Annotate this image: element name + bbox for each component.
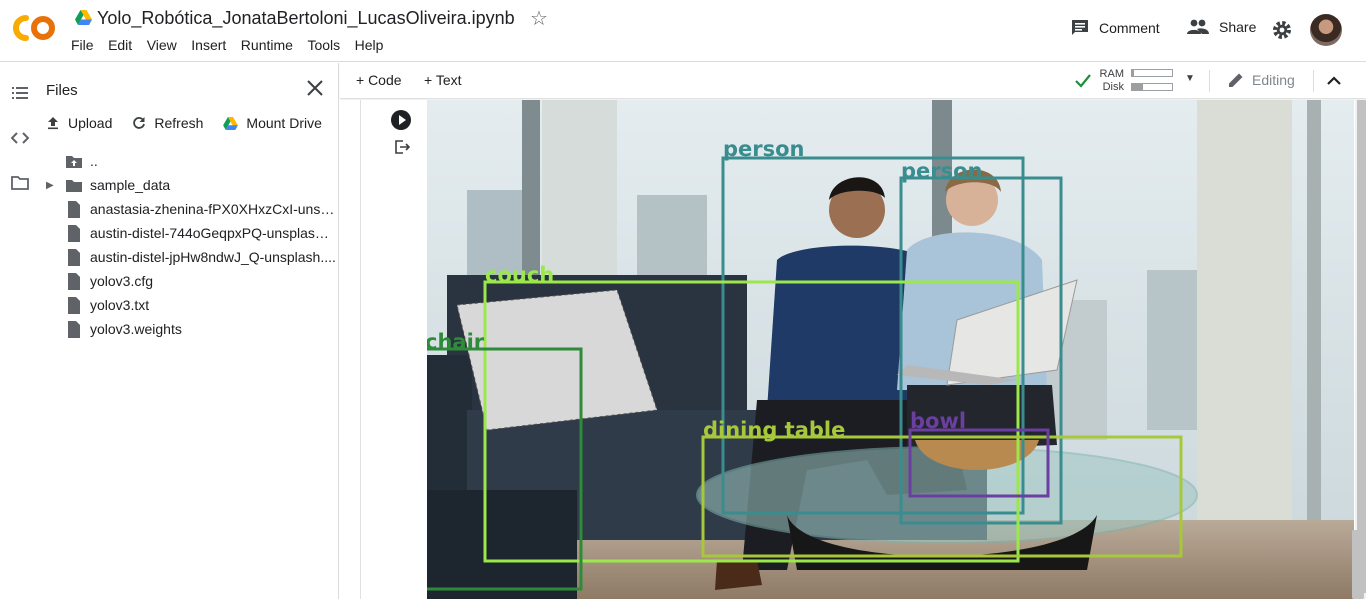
tree-row-folder[interactable]: ▶ sample_data — [40, 173, 338, 197]
ram-usage-fill — [1132, 70, 1134, 76]
mount-drive-label: Mount Drive — [246, 115, 322, 131]
ram-usage-bar[interactable] — [1131, 69, 1173, 77]
tree-row-file[interactable]: austin-distel-744oGeqpxPQ-unsplash.... — [40, 221, 338, 245]
files-sidebar: Files Upload Refresh Mount Drive .. ▶ sa… — [0, 63, 339, 599]
share-label: Share — [1219, 19, 1257, 35]
folder-icon — [66, 179, 82, 192]
people-icon — [1187, 19, 1209, 34]
add-text-cell-button[interactable]: + Text — [424, 72, 462, 88]
upload-label: Upload — [68, 115, 113, 131]
folder-up-icon — [66, 155, 82, 168]
detection-output-image: person person couch chair dining table b… — [427, 100, 1354, 599]
code-cell[interactable]: person person couch chair dining table b… — [360, 100, 1366, 599]
menu-edit[interactable]: Edit — [108, 37, 132, 53]
file-icon — [68, 200, 80, 218]
mount-drive-button[interactable]: Mount Drive — [223, 115, 322, 131]
refresh-icon — [133, 117, 146, 129]
table-of-contents-icon[interactable] — [11, 84, 29, 102]
user-avatar[interactable] — [1310, 14, 1342, 46]
file-icon — [68, 296, 80, 314]
detection-label-chair: chair — [427, 330, 485, 354]
menu-runtime[interactable]: Runtime — [241, 37, 293, 53]
file-tree: .. ▶ sample_data anastasia-zhenina-fPX0X… — [40, 149, 338, 341]
photo-building — [637, 195, 707, 280]
detection-label-couch: couch — [485, 263, 554, 287]
code-snippets-icon[interactable] — [11, 129, 29, 147]
notebook-toolbar: + Code + Text RAM Disk ▼ Editing — [340, 63, 1366, 99]
file-icon — [68, 224, 80, 242]
ram-label: RAM — [1099, 68, 1124, 80]
notebook-body: person person couch chair dining table b… — [340, 100, 1366, 599]
detection-label-dining-table: dining table — [703, 418, 845, 442]
connected-check-icon — [1075, 74, 1091, 88]
output-actions-icon[interactable] — [394, 139, 410, 155]
file-actions: Upload Refresh Mount Drive — [46, 115, 322, 131]
detection-label-person-2: person — [901, 159, 983, 183]
editing-mode-button[interactable]: Editing — [1228, 72, 1295, 88]
tree-row-parent[interactable]: .. — [40, 149, 338, 173]
tree-row-file[interactable]: anastasia-zhenina-fPX0XHxzCxI-unsp... — [40, 197, 338, 221]
file-name: yolov3.cfg — [90, 273, 154, 289]
google-drive-icon — [75, 10, 92, 25]
detection-label-bowl: bowl — [910, 409, 966, 433]
detection-label-person-1: person — [723, 137, 805, 161]
tree-row-file[interactable]: yolov3.weights — [40, 317, 338, 341]
app-header: Yolo_Robótica_JonataBertoloni_LucasOlive… — [0, 0, 1366, 62]
files-panel-title: Files — [46, 82, 78, 99]
output-scrollbar-thumb[interactable] — [1357, 100, 1366, 593]
photo-couch — [427, 490, 577, 599]
toolbar-divider — [1313, 70, 1314, 92]
folder-icon[interactable] — [11, 174, 29, 192]
refresh-button[interactable]: Refresh — [132, 115, 203, 131]
file-icon — [68, 320, 80, 338]
menu-insert[interactable]: Insert — [191, 37, 226, 53]
gear-icon[interactable] — [1271, 19, 1293, 41]
toolbar-divider — [1209, 70, 1210, 92]
disk-usage-fill — [1132, 84, 1144, 90]
notebook-title[interactable]: Yolo_Robótica_JonataBertoloni_LucasOlive… — [97, 8, 515, 29]
file-name: .. — [90, 153, 98, 169]
add-code-cell-button[interactable]: + Code — [356, 72, 402, 88]
upload-icon — [48, 117, 58, 130]
chevron-down-icon[interactable]: ▼ — [1185, 73, 1195, 84]
menu-file[interactable]: File — [71, 37, 94, 53]
file-name: sample_data — [90, 177, 171, 193]
comment-label: Comment — [1099, 20, 1160, 36]
notebook-scrollbar-thumb[interactable] — [1352, 530, 1364, 599]
file-name: austin-distel-jpHw8ndwJ_Q-unsplash.... — [90, 249, 336, 265]
comment-button[interactable]: Comment — [1071, 19, 1160, 37]
disk-usage-bar[interactable] — [1131, 83, 1173, 91]
disk-label: Disk — [1102, 81, 1124, 93]
close-icon[interactable] — [305, 78, 325, 98]
file-icon — [68, 272, 80, 290]
share-button[interactable]: Share — [1187, 19, 1256, 35]
menu-help[interactable]: Help — [355, 37, 384, 53]
file-name: yolov3.weights — [90, 321, 182, 337]
tree-row-file[interactable]: yolov3.txt — [40, 293, 338, 317]
tree-row-file[interactable]: austin-distel-jpHw8ndwJ_Q-unsplash.... — [40, 245, 338, 269]
upload-button[interactable]: Upload — [46, 115, 112, 131]
resource-labels[interactable]: RAM Disk — [1098, 68, 1124, 94]
side-rail — [0, 63, 40, 599]
menu-view[interactable]: View — [147, 37, 177, 53]
menu-bar: File Edit View Insert Runtime Tools Help — [71, 37, 398, 53]
run-cell-button[interactable] — [391, 110, 411, 130]
file-name: yolov3.txt — [90, 297, 150, 313]
colab-logo[interactable] — [12, 11, 58, 45]
photo-shoe — [715, 560, 762, 590]
editing-label: Editing — [1252, 72, 1295, 88]
pencil-icon — [1229, 73, 1243, 87]
refresh-label: Refresh — [154, 115, 204, 131]
menu-tools[interactable]: Tools — [307, 37, 340, 53]
star-icon[interactable]: ☆ — [530, 6, 548, 31]
chevron-right-icon[interactable]: ▶ — [46, 180, 56, 191]
comment-icon — [1072, 20, 1088, 35]
google-drive-icon — [223, 116, 239, 130]
file-icon — [68, 248, 80, 266]
file-name: anastasia-zhenina-fPX0XHxzCxI-unsp... — [90, 201, 336, 217]
chevron-up-icon[interactable] — [1326, 73, 1342, 89]
tree-row-file[interactable]: yolov3.cfg — [40, 269, 338, 293]
file-name: austin-distel-744oGeqpxPQ-unsplash.... — [90, 225, 336, 241]
